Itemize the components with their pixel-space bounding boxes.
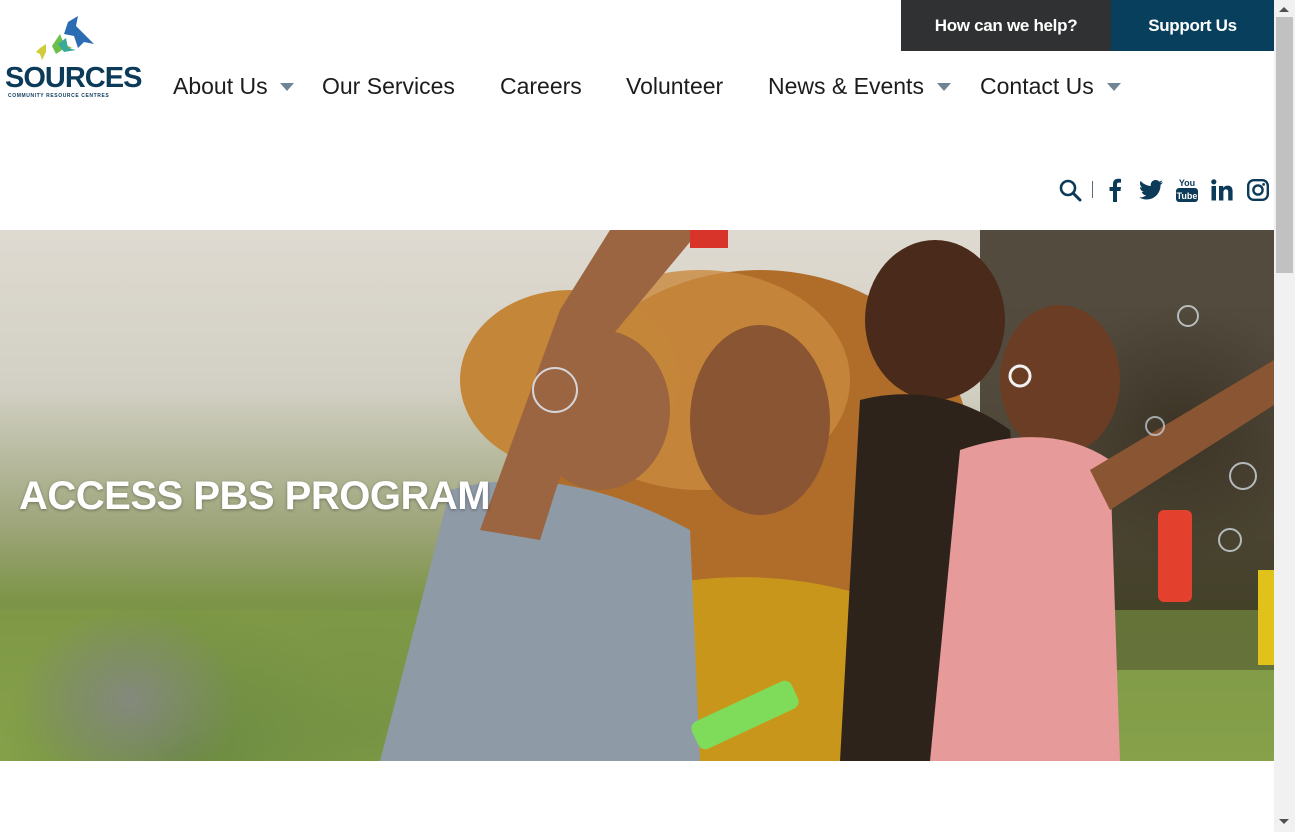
sources-logo[interactable]: SOURCES COMMUNITY RESOURCE CENTRES — [4, 14, 142, 100]
nav-item-volunteer[interactable]: Volunteer — [626, 68, 723, 104]
page-title: ACCESS PBS PROGRAM — [19, 474, 491, 518]
linkedin-icon[interactable] — [1209, 176, 1235, 204]
logo-tagline: COMMUNITY RESOURCE CENTRES — [8, 93, 110, 99]
nav-item-our-services[interactable]: Our Services — [322, 68, 455, 104]
scroll-up-icon[interactable] — [1279, 7, 1289, 12]
help-label: How can we help? — [934, 15, 1078, 35]
nav-label: About Us — [173, 73, 268, 99]
nav-label: Volunteer — [626, 73, 724, 99]
nav-item-careers[interactable]: Careers — [500, 68, 582, 104]
facebook-icon[interactable] — [1102, 176, 1128, 204]
scrollbar-thumb[interactable] — [1276, 17, 1293, 273]
birds-icon — [36, 16, 94, 60]
chevron-down-icon[interactable] — [937, 83, 951, 91]
nav-label: Contact Us — [980, 73, 1094, 99]
search-icon[interactable] — [1057, 176, 1083, 204]
support-label: Support Us — [1148, 15, 1237, 35]
nav-item-contact-us[interactable]: Contact Us — [980, 68, 1094, 104]
twitter-icon[interactable] — [1138, 176, 1164, 204]
nav-item-news-events[interactable]: News & Events — [768, 68, 924, 104]
nav-label: News & Events — [768, 73, 924, 99]
nav-label: Our Services — [322, 73, 455, 99]
youtube-tube-text: Tube — [1177, 191, 1198, 201]
nav-label: Careers — [500, 73, 582, 99]
social-divider — [1092, 181, 1093, 198]
scroll-down-icon[interactable] — [1279, 819, 1289, 824]
how-can-we-help-button[interactable]: How can we help? — [901, 0, 1111, 51]
instagram-icon[interactable] — [1245, 176, 1271, 204]
chevron-down-icon[interactable] — [1107, 83, 1121, 91]
chevron-down-icon[interactable] — [280, 83, 294, 91]
support-us-button[interactable]: Support Us — [1111, 0, 1274, 51]
youtube-you-text: You — [1179, 178, 1195, 188]
nav-item-about-us[interactable]: About Us — [173, 68, 268, 104]
youtube-icon[interactable]: You Tube — [1174, 176, 1200, 204]
logo-wordmark: SOURCES — [5, 62, 142, 94]
hero-banner: ACCESS PBS PROGRAM — [0, 230, 1274, 761]
